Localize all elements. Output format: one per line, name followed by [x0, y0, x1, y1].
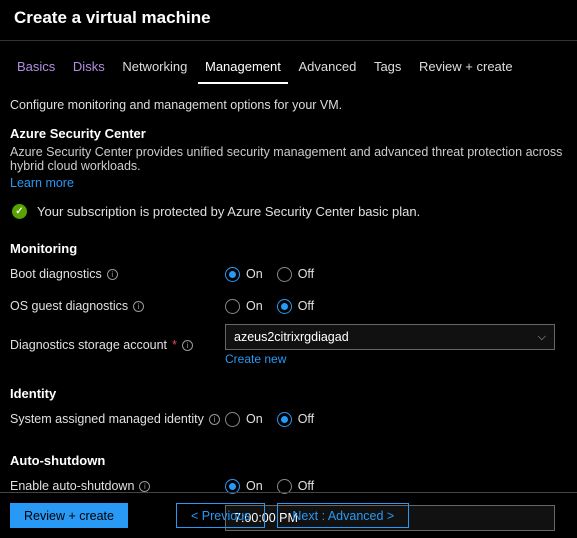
storage-account-label: Diagnostics storage account [10, 338, 167, 352]
os-diagnostics-radio: On Off [225, 299, 314, 314]
info-icon[interactable]: i [133, 301, 144, 312]
security-status-row: ✓ Your subscription is protected by Azur… [12, 204, 567, 219]
tab-disks[interactable]: Disks [66, 55, 112, 82]
previous-button[interactable]: < Previous [176, 503, 265, 528]
identity-on-radio[interactable] [225, 412, 240, 427]
identity-off-radio[interactable] [277, 412, 292, 427]
storage-account-select[interactable]: azeus2citrixrgdiagad ⌵ [225, 324, 555, 350]
review-create-button[interactable]: Review + create [10, 503, 128, 528]
autoshutdown-on-label: On [246, 479, 263, 493]
next-button[interactable]: Next : Advanced > [277, 503, 409, 528]
boot-off-label: Off [298, 267, 314, 281]
boot-diagnostics-label: Boot diagnostics [10, 267, 102, 281]
security-status-text: Your subscription is protected by Azure … [37, 204, 420, 219]
boot-off-radio[interactable] [277, 267, 292, 282]
info-icon[interactable]: i [139, 481, 150, 492]
info-icon[interactable]: i [107, 269, 118, 280]
tab-review[interactable]: Review + create [412, 55, 520, 82]
required-marker: * [172, 338, 177, 352]
tab-advanced[interactable]: Advanced [292, 55, 364, 82]
tab-bar: Basics Disks Networking Management Advan… [0, 41, 577, 88]
boot-on-label: On [246, 267, 263, 281]
os-on-label: On [246, 299, 263, 313]
content-area: Configure monitoring and management opti… [0, 88, 577, 532]
check-icon: ✓ [12, 204, 27, 219]
info-icon[interactable]: i [209, 414, 220, 425]
os-on-radio[interactable] [225, 299, 240, 314]
os-off-label: Off [298, 299, 314, 313]
info-icon[interactable]: i [182, 340, 193, 351]
identity-on-label: On [246, 412, 263, 426]
tab-management[interactable]: Management [198, 55, 288, 84]
footer: Review + create < Previous Next : Advanc… [0, 492, 577, 538]
identity-off-label: Off [298, 412, 314, 426]
autoshutdown-off-label: Off [298, 479, 314, 493]
storage-account-value: azeus2citrixrgdiagad [234, 330, 349, 344]
boot-diagnostics-radio: On Off [225, 267, 314, 282]
page-header: Create a virtual machine [0, 0, 577, 41]
security-title: Azure Security Center [10, 126, 567, 141]
autoshutdown-title: Auto-shutdown [10, 453, 567, 468]
learn-more-link[interactable]: Learn more [10, 176, 74, 190]
intro-text: Configure monitoring and management opti… [10, 98, 567, 126]
identity-radio: On Off [225, 412, 314, 427]
boot-on-radio[interactable] [225, 267, 240, 282]
os-diagnostics-label: OS guest diagnostics [10, 299, 128, 313]
page-title: Create a virtual machine [14, 8, 563, 28]
identity-title: Identity [10, 386, 567, 401]
create-new-link[interactable]: Create new [225, 352, 286, 366]
chevron-down-icon: ⌵ [538, 331, 546, 344]
monitoring-title: Monitoring [10, 241, 567, 256]
os-off-radio[interactable] [277, 299, 292, 314]
tab-tags[interactable]: Tags [367, 55, 408, 82]
tab-networking[interactable]: Networking [115, 55, 194, 82]
security-desc: Azure Security Center provides unified s… [10, 145, 567, 173]
tab-basics[interactable]: Basics [10, 55, 62, 82]
managed-identity-label: System assigned managed identity [10, 412, 204, 426]
enable-autoshutdown-label: Enable auto-shutdown [10, 479, 134, 493]
